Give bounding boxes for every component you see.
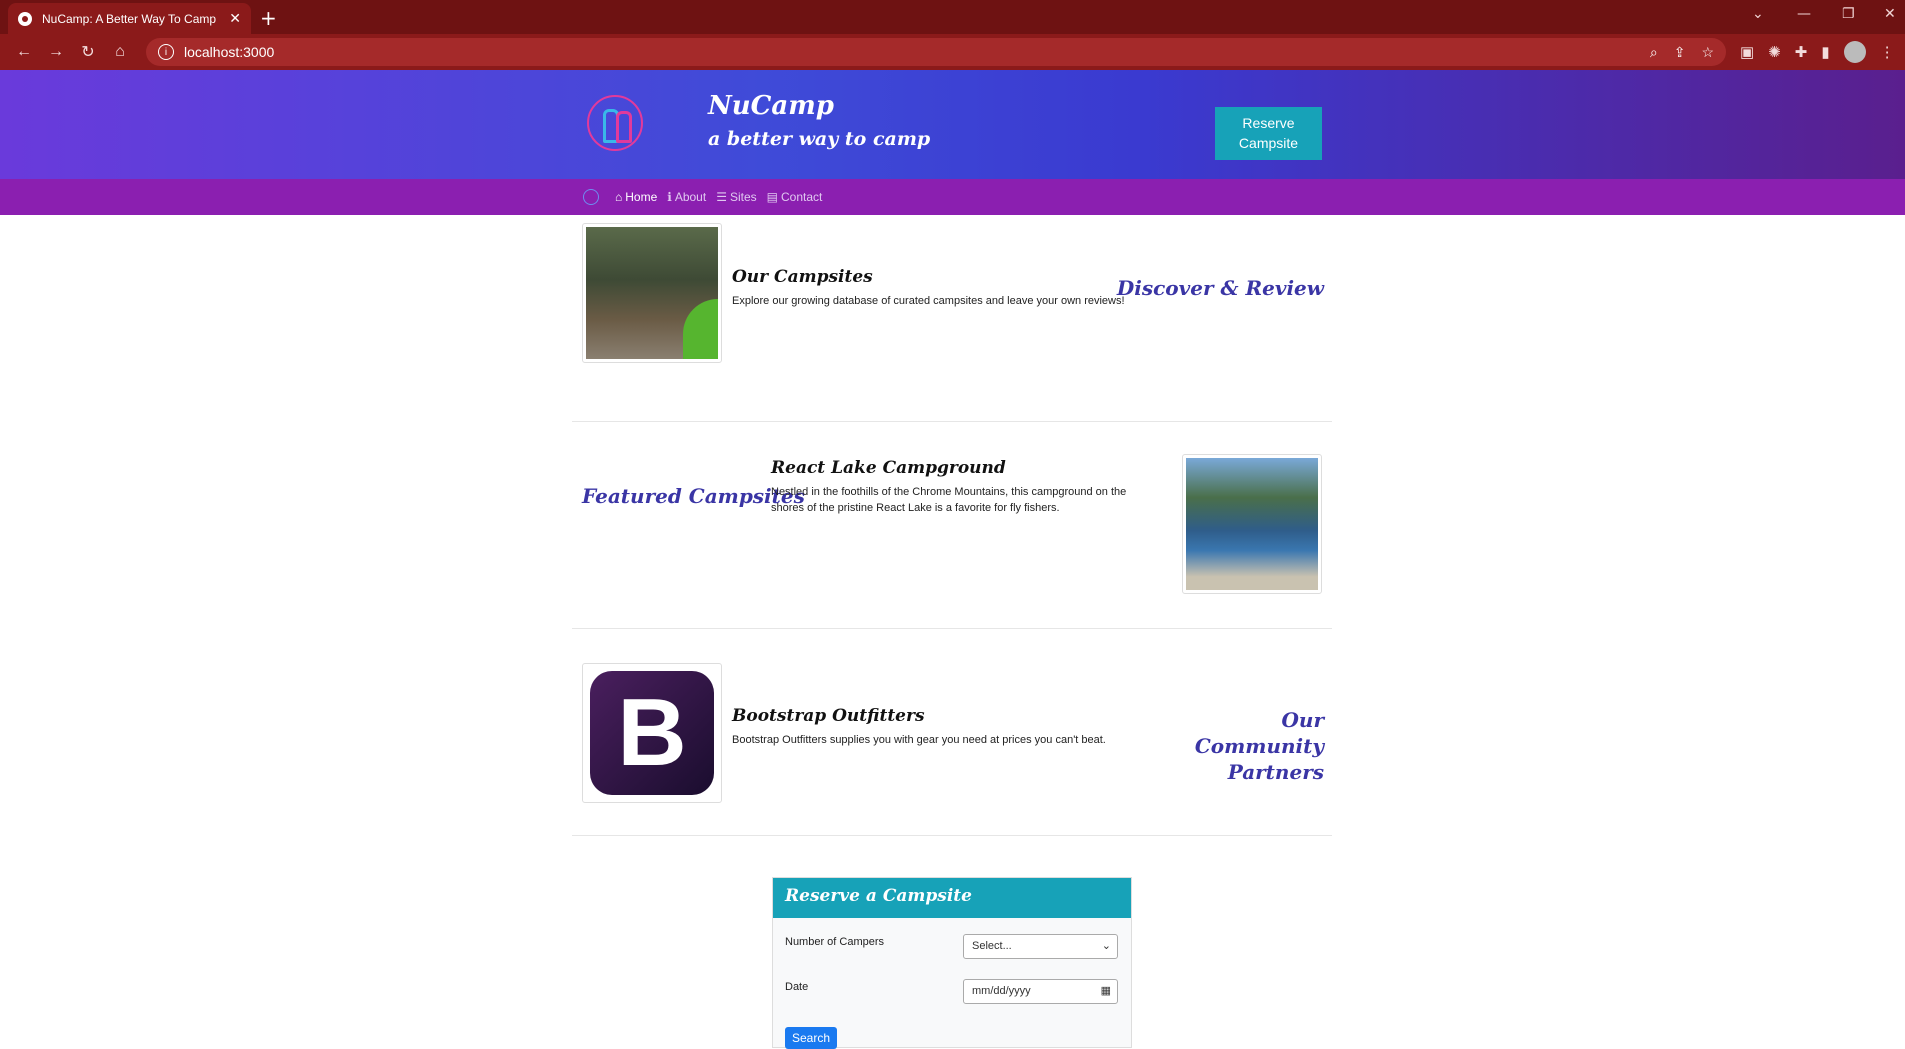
browser-toolbar: ← → ↻ ⌂ i localhost:3000 ⌕ ⇪ ☆ ▣ ✺ ✚ ▮ ⋮ bbox=[0, 34, 1905, 70]
address-bar[interactable]: i localhost:3000 ⌕ ⇪ ☆ bbox=[146, 38, 1726, 66]
side-panel-icon[interactable]: ▮ bbox=[1821, 43, 1829, 61]
navbar-logo-icon[interactable] bbox=[583, 189, 599, 205]
url-text: localhost:3000 bbox=[184, 44, 275, 60]
reserve-form-title: Reserve a Campsite bbox=[773, 878, 1131, 918]
partner-image: B bbox=[582, 663, 722, 803]
campsite-image bbox=[1182, 454, 1322, 594]
search-button[interactable]: Search bbox=[785, 1027, 837, 1049]
bootstrap-b-icon: B bbox=[590, 671, 714, 795]
forest-photo bbox=[586, 227, 718, 359]
nav-item-label: About bbox=[674, 190, 707, 204]
reserve-campsite-button[interactable]: Reserve Campsite bbox=[1215, 107, 1322, 160]
card-body: Our Campsites Explore our growing databa… bbox=[732, 267, 1152, 309]
card-title: Bootstrap Outfitters bbox=[732, 706, 925, 726]
extension-icon[interactable]: ▣ bbox=[1740, 43, 1754, 61]
favicon-icon bbox=[18, 11, 32, 26]
info-icon: ℹ bbox=[667, 190, 672, 204]
date-input[interactable]: mm/dd/yyyy ▦ bbox=[963, 979, 1118, 1004]
back-icon[interactable]: ← bbox=[8, 43, 40, 61]
card-text: Explore our growing database of curated … bbox=[732, 295, 1125, 307]
main-navbar: ⌂ Home ℹ About ☰ Sites ▤ Contact bbox=[0, 179, 1905, 215]
web-page: NuCamp a better way to camp Reserve Camp… bbox=[0, 70, 1905, 1049]
extensions-puzzle-icon[interactable]: ✚ bbox=[1795, 43, 1808, 61]
zoom-icon[interactable]: ⌕ bbox=[1650, 44, 1658, 61]
campsite-image bbox=[582, 223, 722, 363]
menu-kebab-icon[interactable]: ⋮ bbox=[1880, 43, 1895, 61]
nav-item-sites[interactable]: ☰ Sites bbox=[716, 190, 756, 204]
campers-label: Number of Campers bbox=[785, 936, 885, 948]
bookmark-star-icon[interactable]: ☆ bbox=[1701, 44, 1714, 61]
new-tab-button[interactable]: + bbox=[260, 6, 277, 30]
restore-button[interactable]: ❐ bbox=[1842, 6, 1855, 22]
lake-photo bbox=[1186, 458, 1318, 590]
brand-block: NuCamp a better way to camp bbox=[708, 90, 930, 156]
browser-tab[interactable]: NuCamp: A Better Way To Camp ✕ bbox=[8, 3, 251, 34]
date-label: Date bbox=[785, 981, 809, 993]
feature-heading: Our Community Partners bbox=[1194, 708, 1324, 784]
calendar-icon[interactable]: ▦ bbox=[1101, 984, 1111, 997]
brand-title: NuCamp bbox=[708, 91, 834, 121]
campers-select[interactable]: Select... ⌄ bbox=[963, 934, 1118, 959]
nav-item-label: Home bbox=[625, 190, 658, 204]
card-text: Nestled in the foothills of the Chrome M… bbox=[771, 486, 1127, 514]
chevron-down-icon: ⌄ bbox=[1101, 940, 1111, 952]
reserve-form-card: Reserve a Campsite Number of Campers Sel… bbox=[772, 877, 1132, 1049]
card-text: Bootstrap Outfitters supplies you with g… bbox=[732, 734, 1106, 746]
list-icon: ☰ bbox=[716, 190, 727, 204]
content-row: B Bootstrap Outfitters Bootstrap Outfitt… bbox=[572, 629, 1332, 836]
content-rows: Our Campsites Explore our growing databa… bbox=[572, 215, 1332, 836]
jumbotron-header: NuCamp a better way to camp Reserve Camp… bbox=[0, 70, 1905, 179]
minimize-button[interactable]: — bbox=[1797, 6, 1811, 22]
nav-item-contact[interactable]: ▤ Contact bbox=[767, 190, 823, 204]
tab-search-icon[interactable]: ⌄ bbox=[1752, 6, 1764, 22]
nav-item-about[interactable]: ℹ About bbox=[667, 190, 706, 204]
nav-item-home[interactable]: ⌂ Home bbox=[615, 190, 657, 204]
site-info-icon[interactable]: i bbox=[158, 44, 174, 60]
card-body: Bootstrap Outfitters Bootstrap Outfitter… bbox=[732, 706, 1152, 748]
card-body: React Lake Campground Nestled in the foo… bbox=[771, 458, 1151, 516]
nav-item-label: Contact bbox=[780, 190, 823, 204]
feature-heading: Discover & Review bbox=[1116, 276, 1324, 300]
address-card-icon: ▤ bbox=[766, 190, 778, 204]
browser-tab-strip: NuCamp: A Better Way To Camp ✕ + ⌄ — ❐ ✕ bbox=[0, 0, 1905, 34]
tab-title: NuCamp: A Better Way To Camp bbox=[42, 11, 217, 26]
share-icon[interactable]: ⇪ bbox=[1674, 44, 1686, 61]
home-browser-icon[interactable]: ⌂ bbox=[104, 43, 136, 61]
card-title: Our Campsites bbox=[732, 267, 873, 287]
tab-close-icon[interactable]: ✕ bbox=[229, 10, 241, 27]
react-devtools-icon[interactable]: ✺ bbox=[1768, 43, 1781, 61]
bootstrap-logo: B bbox=[586, 667, 718, 799]
card-title: React Lake Campground bbox=[771, 458, 1006, 478]
reload-icon[interactable]: ↻ bbox=[72, 42, 104, 62]
forward-icon[interactable]: → bbox=[40, 43, 72, 61]
nucamp-logo bbox=[587, 95, 643, 151]
date-placeholder: mm/dd/yyyy bbox=[972, 985, 1031, 997]
close-window-button[interactable]: ✕ bbox=[1884, 6, 1896, 22]
content-row: Featured Campsites React Lake Campground… bbox=[572, 422, 1332, 629]
profile-avatar[interactable] bbox=[1843, 41, 1866, 63]
campers-select-value: Select... bbox=[972, 940, 1012, 952]
home-icon: ⌂ bbox=[615, 190, 623, 204]
nav-item-label: Sites bbox=[729, 190, 757, 204]
content-row: Our Campsites Explore our growing databa… bbox=[572, 215, 1332, 422]
brand-tagline: a better way to camp bbox=[708, 128, 931, 150]
